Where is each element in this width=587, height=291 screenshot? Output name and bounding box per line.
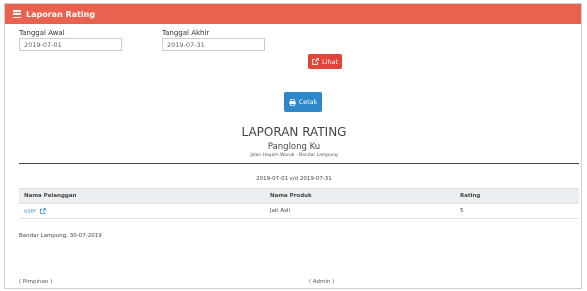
place-date: Bandar Lampung, 30-07-2019: [19, 233, 102, 239]
start-date-input[interactable]: 2019-07-01: [19, 38, 122, 51]
product-cell: Jati Asli: [265, 203, 455, 219]
table-header-row: Nama Pelanggan Nama Produk Rating: [19, 188, 579, 204]
rating-table: Nama Pelanggan Nama Produk Rating user J…: [19, 188, 579, 219]
end-date-label: Tanggal Akhir: [162, 29, 210, 37]
column-header-product: Nama Produk: [265, 188, 455, 204]
store-name: Panglong Ku: [267, 142, 321, 152]
column-header-rating: Rating: [455, 188, 579, 204]
signature-left: ( Pimpinan ): [19, 279, 53, 285]
customer-link[interactable]: user: [24, 208, 36, 214]
column-header-customer: Nama Pelanggan: [19, 188, 265, 204]
divider: [19, 163, 579, 164]
panel-header: Laporan Rating: [5, 4, 581, 24]
table-row: user Jati Asli 5: [19, 203, 579, 219]
print-button[interactable]: Cetak: [284, 92, 322, 112]
store-address: Jalan Hayam Wuruk - Bandar Lampung: [250, 153, 338, 158]
list-icon: [13, 10, 21, 18]
panel-title: Laporan Rating: [26, 9, 96, 19]
view-button[interactable]: Lihat: [308, 54, 342, 69]
external-link-icon: [39, 207, 46, 214]
external-link-icon: [312, 58, 319, 65]
end-date-input[interactable]: 2019-07-31: [162, 38, 265, 51]
view-button-label: Lihat: [321, 57, 339, 66]
report-period: 2019-07-01 s/d 2019-07-31: [256, 176, 332, 182]
report-title: LAPORAN RATING: [241, 125, 347, 139]
filter-form: Tanggal Awal 2019-07-01 Tanggal Akhir 20…: [5, 24, 581, 70]
rating-cell: 5: [455, 203, 579, 219]
customer-cell[interactable]: user: [19, 203, 265, 219]
print-button-label: Cetak: [298, 98, 318, 106]
signature-right: ( Admin ): [309, 279, 335, 285]
print-icon: [288, 98, 296, 106]
report-panel: Laporan Rating Tanggal Awal 2019-07-01 T…: [4, 3, 582, 289]
start-date-label: Tanggal Awal: [19, 29, 65, 37]
